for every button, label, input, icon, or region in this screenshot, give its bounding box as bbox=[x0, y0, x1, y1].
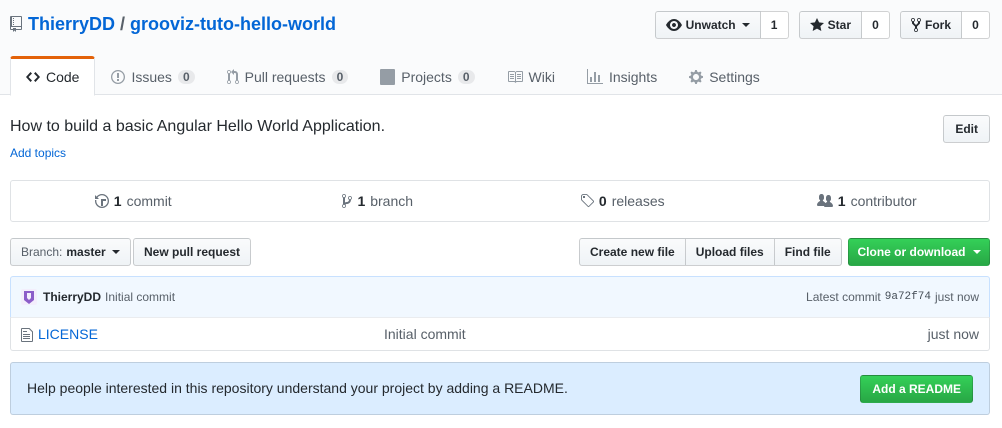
chevron-down-icon bbox=[972, 250, 981, 254]
clone-or-download-button[interactable]: Clone or download bbox=[848, 238, 990, 266]
file-icon bbox=[21, 327, 33, 346]
branches-link[interactable]: 1 branch bbox=[256, 181, 501, 221]
forks-count[interactable]: 0 bbox=[962, 11, 990, 39]
tab-pull-requests[interactable]: Pull requests 0 bbox=[211, 56, 365, 96]
tab-settings[interactable]: Settings bbox=[673, 56, 776, 96]
gear-icon bbox=[689, 70, 704, 84]
code-icon bbox=[26, 72, 40, 82]
latest-commit-label: Latest commit bbox=[806, 290, 881, 304]
people-icon bbox=[816, 194, 833, 207]
branch-name: master bbox=[66, 245, 106, 259]
tag-icon bbox=[580, 194, 594, 208]
issues-counter: 0 bbox=[177, 70, 195, 84]
file-commit-message-link[interactable]: Initial commit bbox=[384, 326, 466, 342]
commits-count: 1 bbox=[113, 193, 122, 209]
chevron-down-icon bbox=[111, 250, 120, 254]
contributors-count: 1 bbox=[837, 193, 846, 209]
clone-label: Clone or download bbox=[857, 245, 966, 259]
commit-message-link[interactable]: Initial commit bbox=[105, 290, 175, 304]
history-icon bbox=[94, 194, 109, 208]
watchers-count[interactable]: 1 bbox=[760, 11, 789, 39]
repo-icon bbox=[10, 16, 22, 32]
tab-settings-label: Settings bbox=[709, 69, 760, 85]
pull-request-icon bbox=[226, 69, 239, 85]
releases-count: 0 bbox=[598, 193, 607, 209]
commits-link[interactable]: 1 commit bbox=[11, 181, 256, 221]
star-label: Star bbox=[827, 18, 851, 32]
eye-icon bbox=[665, 19, 682, 31]
star-icon bbox=[809, 18, 824, 31]
file-list: LICENSE Initial commit just now bbox=[10, 317, 990, 351]
star-group: Star 0 bbox=[798, 11, 890, 39]
add-readme-button[interactable]: Add a README bbox=[860, 375, 973, 403]
tab-issues-label: Issues bbox=[131, 69, 172, 85]
tab-issues[interactable]: Issues 0 bbox=[95, 56, 210, 96]
file-actions: Create new file Upload files Find file bbox=[579, 238, 842, 266]
graph-icon bbox=[586, 69, 603, 84]
releases-label: releases bbox=[611, 193, 665, 209]
readme-prompt: Help people interested in this repositor… bbox=[10, 362, 990, 415]
unwatch-label: Unwatch bbox=[685, 18, 736, 32]
pagehead-actions: Unwatch 1 Star 0 Fork 0 bbox=[654, 11, 990, 39]
tab-wiki-label: Wiki bbox=[528, 69, 555, 85]
new-pull-request-button[interactable]: New pull request bbox=[133, 238, 252, 266]
tab-pull-requests-label: Pull requests bbox=[244, 69, 326, 85]
branch-icon bbox=[342, 194, 353, 208]
repo-nav: Code Issues 0 Pull requests 0 Projects 0… bbox=[10, 56, 776, 96]
unwatch-button[interactable]: Unwatch bbox=[654, 11, 761, 39]
commit-age: just now bbox=[934, 290, 979, 304]
repo-description: How to build a basic Angular Hello World… bbox=[10, 118, 386, 135]
fork-button[interactable]: Fork bbox=[899, 11, 962, 39]
branches-label: branch bbox=[370, 193, 414, 209]
pull-requests-counter: 0 bbox=[331, 70, 349, 84]
tab-projects[interactable]: Projects 0 bbox=[364, 56, 490, 96]
contributors-label: contributor bbox=[850, 193, 917, 209]
fork-group: Fork 0 bbox=[899, 11, 990, 39]
file-name-link[interactable]: LICENSE bbox=[38, 326, 98, 342]
tab-code-label: Code bbox=[46, 69, 80, 85]
add-topics-link[interactable]: Add topics bbox=[10, 146, 66, 160]
commits-label: commit bbox=[126, 193, 172, 209]
star-button[interactable]: Star bbox=[798, 11, 862, 39]
latest-commit-info: Latest commit 9a72f74 just now bbox=[806, 290, 979, 304]
numbers-summary: 1 commit 1 branch 0 releases 1 contribut… bbox=[10, 180, 990, 222]
fork-icon bbox=[910, 17, 921, 33]
repo-title: ThierryDD / grooviz-tuto-hello-world bbox=[10, 12, 336, 36]
tab-insights[interactable]: Insights bbox=[571, 56, 673, 96]
releases-link[interactable]: 0 releases bbox=[500, 181, 745, 221]
readme-prompt-text: Help people interested in this repositor… bbox=[27, 380, 568, 396]
branch-prefix: Branch: bbox=[21, 245, 63, 259]
commit-sha-link[interactable]: 9a72f74 bbox=[885, 291, 931, 303]
fork-label: Fork bbox=[924, 18, 951, 32]
tab-wiki[interactable]: Wiki bbox=[491, 56, 571, 96]
file-age: just now bbox=[927, 326, 979, 342]
tab-insights-label: Insights bbox=[608, 69, 658, 85]
commit-tease: ThierryDD Initial commit Latest commit 9… bbox=[10, 276, 990, 318]
edit-button[interactable]: Edit bbox=[943, 115, 990, 143]
issue-icon bbox=[111, 70, 126, 84]
branches-count: 1 bbox=[357, 193, 366, 209]
book-icon bbox=[507, 71, 523, 83]
repo-title-separator: / bbox=[120, 14, 126, 34]
tab-projects-label: Projects bbox=[401, 69, 452, 85]
repo-owner-link[interactable]: ThierryDD bbox=[28, 12, 115, 36]
upload-files-button[interactable]: Upload files bbox=[684, 238, 775, 266]
commit-author-link[interactable]: ThierryDD bbox=[43, 290, 101, 304]
branch-select-button[interactable]: Branch: master bbox=[10, 238, 131, 266]
project-icon bbox=[380, 69, 396, 85]
contributors-link[interactable]: 1 contributor bbox=[745, 181, 990, 221]
repo-name-link[interactable]: grooviz-tuto-hello-world bbox=[130, 12, 336, 36]
repo-header: ThierryDD / grooviz-tuto-hello-world Unw… bbox=[0, 0, 1002, 96]
chevron-down-icon bbox=[741, 23, 750, 27]
create-new-file-button[interactable]: Create new file bbox=[579, 238, 686, 266]
stargazers-count[interactable]: 0 bbox=[861, 11, 890, 39]
watch-group: Unwatch 1 bbox=[654, 11, 789, 39]
projects-counter: 0 bbox=[457, 70, 475, 84]
tab-code[interactable]: Code bbox=[10, 56, 96, 96]
avatar[interactable] bbox=[21, 289, 37, 305]
find-file-button[interactable]: Find file bbox=[773, 238, 842, 266]
